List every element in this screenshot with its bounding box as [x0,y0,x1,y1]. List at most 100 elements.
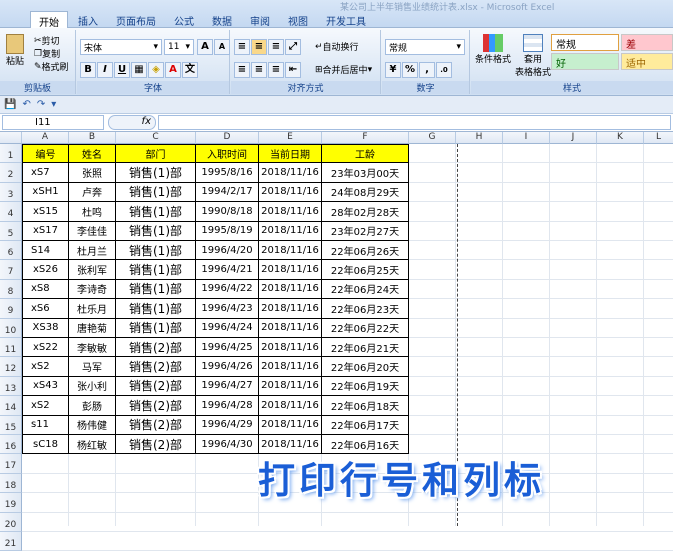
column-header[interactable]: F [322,132,409,144]
table-cell[interactable]: 1996/4/23 [196,299,259,319]
column-header[interactable]: B [69,132,116,144]
tab-7[interactable]: 开发工具 [318,11,374,28]
redo-icon[interactable]: ↷ [37,99,45,110]
table-cell[interactable]: 2018/11/16 [259,279,322,300]
table-cell[interactable]: 销售(2)部 [116,415,196,435]
row-header[interactable]: 11 [0,338,22,358]
row-header[interactable]: 13 [0,376,22,397]
table-cell[interactable]: 2018/11/16 [259,357,322,377]
table-cell[interactable]: 22年06月17天 [322,415,409,435]
percent-button[interactable]: % [402,62,418,78]
table-cell[interactable]: xSH1 [22,182,69,203]
table-cell[interactable]: 1996/4/26 [196,357,259,377]
table-cell[interactable]: 杜鸣 [69,202,116,222]
table-cell[interactable]: sC18 [22,435,69,455]
table-cell[interactable]: xS2 [22,396,69,416]
table-header-cell[interactable]: 当前日期 [259,144,322,164]
table-cell[interactable]: xS2 [22,357,69,377]
table-cell[interactable]: 杨伟健 [69,415,116,435]
undo-icon[interactable]: ↶ [22,99,30,110]
table-cell[interactable]: 22年06月26天 [322,241,409,261]
table-cell[interactable]: 李诗奇 [69,279,116,300]
row-header[interactable]: 2 [0,163,22,183]
tab-0[interactable]: 开始 [30,11,68,29]
table-cell[interactable]: 彭肠 [69,396,116,416]
column-header[interactable]: H [456,132,503,144]
table-cell[interactable]: 张利军 [69,260,116,280]
table-cell[interactable]: 22年06月22天 [322,318,409,338]
border-button[interactable]: ▦ [131,62,147,78]
table-cell[interactable]: 1996/4/24 [196,318,259,338]
phonetic-button[interactable]: 文 [182,62,198,78]
table-cell[interactable]: 1995/8/16 [196,163,259,183]
table-header-cell[interactable]: 入职时间 [196,144,259,164]
table-cell[interactable]: 1996/4/30 [196,435,259,455]
align-middle-icon[interactable]: ≡ [251,39,267,55]
tab-2[interactable]: 页面布局 [108,11,164,28]
table-cell[interactable]: 2018/11/16 [259,260,322,280]
underline-button[interactable]: U [114,62,130,78]
row-header[interactable]: 10 [0,318,22,338]
row-header[interactable]: 18 [0,473,22,494]
table-cell[interactable]: xS7 [22,163,69,183]
table-cell[interactable]: 销售(1)部 [116,163,196,183]
table-cell[interactable]: 2018/11/16 [259,221,322,241]
orientation-icon[interactable]: ⤢ [285,39,301,55]
italic-button[interactable]: I [97,62,113,78]
format-painter-button[interactable]: ✎ 格式刷 [34,60,69,74]
table-cell[interactable]: 李佳佳 [69,221,116,241]
table-header-cell[interactable]: 姓名 [69,144,116,164]
table-cell[interactable]: 22年06月21天 [322,338,409,358]
table-cell[interactable]: 2018/11/16 [259,163,322,183]
merge-center-button[interactable]: ⊞ 合并后居中 ▾ [315,63,372,77]
table-cell[interactable]: 1996/4/20 [196,241,259,261]
table-cell[interactable]: 销售(1)部 [116,260,196,280]
table-header-cell[interactable]: 工龄 [322,144,409,164]
row-header[interactable]: 12 [0,357,22,377]
tab-1[interactable]: 插入 [70,11,106,28]
bold-button[interactable]: B [80,62,96,78]
table-cell[interactable]: 1996/4/28 [196,396,259,416]
table-cell[interactable]: 张小利 [69,376,116,397]
row-header[interactable]: 1 [0,144,22,164]
paste-button[interactable]: 粘贴 [6,34,24,67]
table-cell[interactable]: 1996/4/27 [196,376,259,397]
table-cell[interactable]: 2018/11/16 [259,376,322,397]
table-cell[interactable]: 马军 [69,357,116,377]
table-cell[interactable]: s11 [22,415,69,435]
table-cell[interactable]: 2018/11/16 [259,396,322,416]
table-cell[interactable]: 杜乐月 [69,299,116,319]
table-cell[interactable]: 销售(2)部 [116,396,196,416]
row-header[interactable]: 19 [0,493,22,513]
table-cell[interactable]: 22年06月23天 [322,299,409,319]
column-header[interactable]: E [259,132,322,144]
tab-6[interactable]: 视图 [280,11,316,28]
font-name-select[interactable]: 宋体 ▾ [80,39,162,55]
row-header[interactable]: 16 [0,435,22,455]
table-cell[interactable]: 销售(1)部 [116,318,196,338]
table-cell[interactable]: 1990/8/18 [196,202,259,222]
table-cell[interactable]: 卢奔 [69,182,116,203]
align-top-icon[interactable]: ≡ [234,39,250,55]
table-cell[interactable]: 22年06月20天 [322,357,409,377]
table-cell[interactable]: 销售(2)部 [116,435,196,455]
indent-icon[interactable]: ⇤ [285,62,301,78]
column-header[interactable]: I [503,132,550,144]
table-cell[interactable]: 销售(1)部 [116,241,196,261]
customize-icon[interactable]: ▾ [51,99,56,110]
table-cell[interactable]: 22年06月24天 [322,279,409,300]
formula-input[interactable] [158,115,671,130]
table-cell[interactable]: 销售(2)部 [116,357,196,377]
table-cell[interactable]: 张照 [69,163,116,183]
align-left-icon[interactable]: ≡ [234,62,250,78]
number-format-select[interactable]: 常规 ▾ [385,39,465,55]
table-cell[interactable]: 唐艳菊 [69,318,116,338]
table-cell[interactable]: 1996/4/21 [196,260,259,280]
comma-button[interactable]: , [419,62,435,78]
column-header[interactable]: J [550,132,597,144]
table-cell[interactable]: 2018/11/16 [259,241,322,261]
table-cell[interactable]: 2018/11/16 [259,299,322,319]
table-cell[interactable]: 24年08月29天 [322,182,409,203]
table-cell[interactable]: 22年06月18天 [322,396,409,416]
row-header[interactable]: 15 [0,415,22,435]
